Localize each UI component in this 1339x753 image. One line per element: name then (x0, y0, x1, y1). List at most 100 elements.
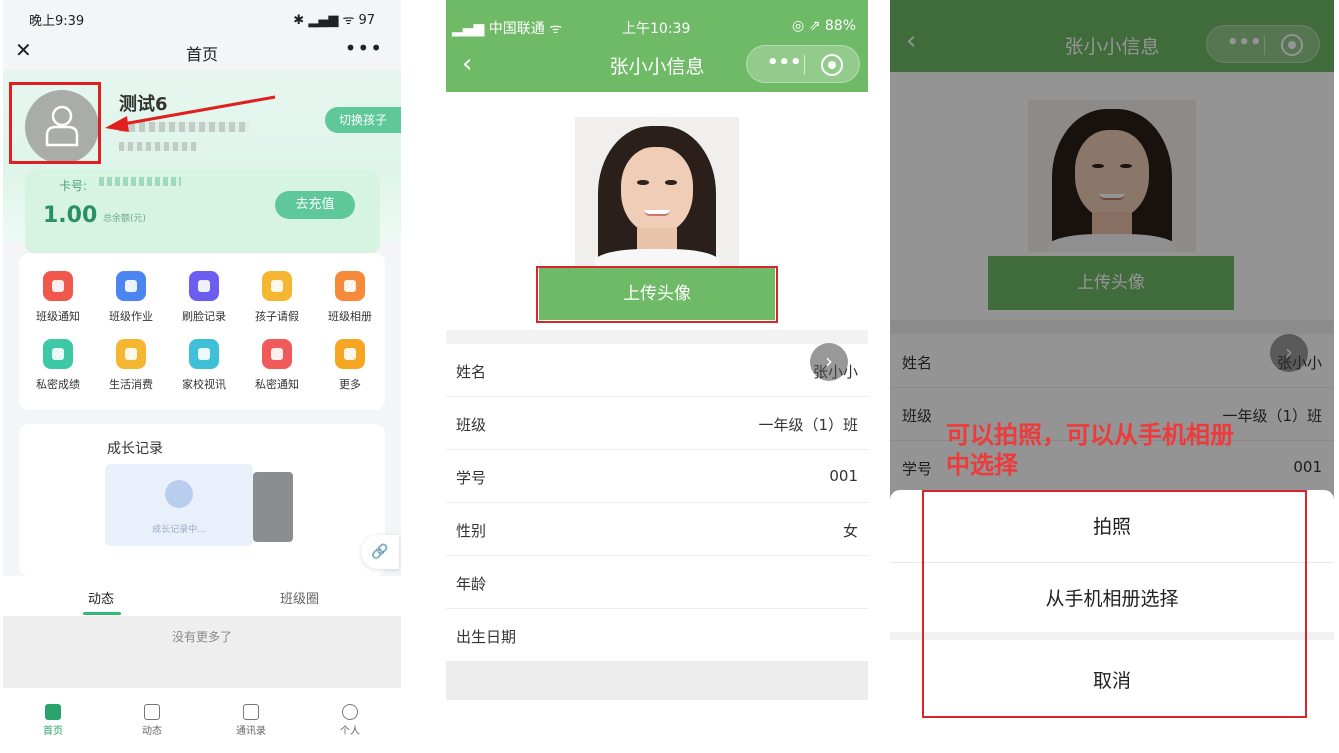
battery: ◎ ⇗ 88% (792, 18, 856, 34)
close-target-icon[interactable] (821, 54, 843, 76)
feature-video[interactable]: 家校视讯 (171, 339, 237, 392)
student-info-screen: ▂▄▆ 中国联通 ᯤ 上午10:39 ◎ ⇗ 88% ‹ 张小小信息 ••• 上… (446, 0, 868, 700)
annotation-line: 中选择 (946, 451, 1018, 479)
feature-label: 班级作业 (109, 310, 153, 323)
feature-album[interactable]: 班级相册 (317, 271, 383, 324)
more-dots-icon (335, 339, 365, 369)
more-dots-icon[interactable]: ••• (1227, 32, 1262, 53)
feature-grid: 班级通知 班级作业 刷脸记录 孩子请假 班级相册 私密成绩 生活消费 家校视讯 … (19, 253, 385, 410)
growth-placeholder: 成长记录中... (105, 464, 253, 546)
feature-homework[interactable]: 班级作业 (98, 271, 164, 324)
face-icon (189, 271, 219, 301)
feature-more[interactable]: 更多 (317, 339, 383, 392)
header-bar: ▂▄▆ 中国联通 ᯤ 上午10:39 ◎ ⇗ 88% ‹ 张小小信息 ••• (446, 0, 868, 92)
star-icon (144, 704, 160, 720)
growth-empty-text: 成长记录中... (152, 525, 206, 535)
student-photo (1028, 100, 1196, 252)
row-value: 一年级（1）班 (758, 416, 858, 434)
info-row[interactable]: 出生日期 (446, 610, 868, 662)
more-dots-icon[interactable]: ••• (767, 52, 802, 73)
close-target-icon[interactable] (1281, 34, 1303, 56)
row-key: 学号 (902, 460, 933, 478)
photo-picker-screen: ‹ 张小小信息 ••• 上传头像 姓名张小小 班级 一年级（1）班 学号 001 ›… (890, 0, 1334, 722)
feature-label: 私密通知 (255, 378, 299, 391)
row-key: 性别 (456, 522, 487, 540)
growth-title: 成长记录 (107, 441, 163, 457)
row-key: 班级 (456, 416, 487, 434)
photo-part (620, 147, 694, 234)
photo-part (1075, 130, 1149, 219)
feature-label: 刷脸记录 (182, 310, 226, 323)
annotation-arrow (105, 95, 276, 132)
tab-dynamic[interactable]: 动态 (88, 588, 114, 607)
home-icon (45, 704, 61, 720)
info-row[interactable]: 年龄 (446, 557, 868, 609)
tab-underline (83, 612, 121, 615)
info-row[interactable]: 姓名张小小 (890, 336, 1334, 388)
feature-grades[interactable]: 私密成绩 (25, 339, 91, 392)
feature-face-records[interactable]: 刷脸记录 (171, 271, 237, 324)
row-key: 学号 (456, 469, 487, 487)
capsule-divider (804, 55, 805, 75)
row-key: 姓名 (456, 363, 487, 381)
divider (890, 320, 1334, 334)
row-key: 年龄 (456, 575, 487, 593)
photo-part (1098, 194, 1126, 201)
contacts-icon (243, 704, 259, 720)
annotation-text: 可以拍照，可以从手机相册 中选择 (946, 420, 1234, 480)
nav-label: 个人 (340, 726, 360, 737)
info-row[interactable]: 姓名张小小 (446, 345, 868, 397)
feature-label: 更多 (339, 378, 361, 391)
grade-icon (43, 339, 73, 369)
bell-icon (43, 271, 73, 301)
row-value: 一年级（1）班 (1222, 407, 1322, 425)
chevron-right-icon[interactable]: › (1270, 334, 1308, 372)
info-row[interactable]: 性别 女 (446, 504, 868, 556)
calendar-icon (262, 271, 292, 301)
nav-label: 首页 (43, 726, 63, 737)
flower-icon (165, 480, 193, 508)
feature-private-notice[interactable]: 私密通知 (244, 339, 310, 392)
upload-avatar-button[interactable]: 上传头像 (988, 256, 1234, 310)
row-value: 001 (829, 467, 858, 485)
balance-amount: 1.00 (43, 203, 98, 228)
row-key: 出生日期 (456, 628, 517, 646)
feature-spending[interactable]: 生活消费 (98, 339, 164, 392)
growth-thumbnail (253, 472, 293, 542)
chevron-right-icon[interactable]: › (810, 343, 848, 381)
header-bar: ‹ 张小小信息 ••• (890, 0, 1334, 72)
nav-dynamic[interactable]: 动态 (122, 704, 182, 737)
annotation-box (922, 490, 1307, 718)
info-row[interactable]: 学号 001 (446, 451, 868, 503)
photo-part (643, 210, 671, 216)
feature-label: 班级相册 (328, 310, 372, 323)
feature-class-notice[interactable]: 班级通知 (25, 271, 91, 324)
balance-label: 总余额(元) (103, 214, 147, 224)
video-icon (189, 339, 219, 369)
lock-icon (262, 339, 292, 369)
row-value: 001 (1293, 458, 1322, 476)
feed-tabs: 动态 班级圈 (3, 576, 401, 616)
growth-record-card[interactable]: 成长记录 成长记录中... (19, 424, 385, 576)
footer-gap (446, 662, 868, 700)
home-screen: 晚上9:39 ✱ ▂▄▆ ᯤ 97 ✕ 首页 ••• 测试6 切换孩子 卡号: … (3, 0, 401, 753)
row-key: 班级 (902, 407, 933, 425)
carrier: ▂▄▆ 中国联通 ᯤ (452, 21, 562, 37)
homework-icon (116, 271, 146, 301)
link-icon[interactable]: 🔗 (361, 535, 399, 569)
tab-class-circle[interactable]: 班级圈 (280, 588, 319, 607)
info-row[interactable]: 班级 一年级（1）班 (446, 398, 868, 450)
feature-leave[interactable]: 孩子请假 (244, 271, 310, 324)
nav-home[interactable]: 首页 (23, 704, 83, 737)
status-time: 上午10:39 (622, 21, 691, 37)
feature-label: 私密成绩 (36, 378, 80, 391)
feature-label: 生活消费 (109, 378, 153, 391)
no-more-text: 没有更多了 (3, 616, 401, 688)
row-value: 女 (842, 522, 858, 540)
photo-part (1048, 233, 1176, 252)
image-icon (335, 271, 365, 301)
nav-contacts[interactable]: 通讯录 (221, 704, 281, 737)
nav-label: 通讯录 (236, 726, 266, 737)
nav-profile[interactable]: 个人 (320, 704, 380, 737)
feature-label: 家校视讯 (182, 378, 226, 391)
